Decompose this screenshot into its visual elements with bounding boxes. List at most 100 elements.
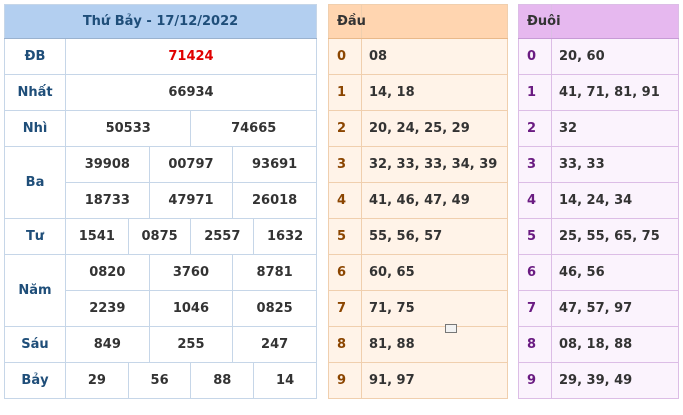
dau-row: 9 91, 97 [328,362,508,399]
duoi-values: 14, 24, 34 [551,182,679,219]
dau-row: 2 20, 24, 25, 29 [328,110,508,147]
prize-row-nam-1: Năm 0820 3760 8781 [4,254,317,327]
duoi-row: 1 41, 71, 81, 91 [518,74,679,111]
duoi-digit: 3 [518,146,552,183]
duoi-digit: 0 [518,38,552,75]
prize-value-sau-2: 255 [148,326,234,363]
dau-row: 1 14, 18 [328,74,508,111]
prize-value-sau-1: 849 [65,326,150,363]
prize-value-nam-6: 0825 [232,290,317,327]
prize-value-sau-3: 247 [232,326,317,363]
dau-row: 4 41, 46, 47, 49 [328,182,508,219]
dau-digit: 8 [328,326,362,363]
duoi-digit: 4 [518,182,552,219]
duoi-values: 25, 55, 65, 75 [551,218,679,255]
duoi-header: Đuôi [518,4,561,39]
duoi-row: 0 20, 60 [518,38,679,75]
prize-row-nhat: Nhất 66934 [4,74,317,111]
dau-row: 8 81, 88 [328,326,508,363]
prize-value-nam-4: 2239 [65,290,150,327]
small-checkbox-marker[interactable] [445,324,457,333]
prize-value-ba-5: 47971 [148,182,234,219]
duoi-header-blank [551,4,679,39]
duoi-row: 8 08, 18, 88 [518,326,679,363]
prize-row-bay: Bảy 29 56 88 14 [4,362,317,399]
duoi-digit: 8 [518,326,552,363]
dau-values: 60, 65 [361,254,508,291]
dau-values: 14, 18 [361,74,508,111]
prize-value-tu-1: 1541 [65,218,129,255]
prize-value-bay-2: 56 [127,362,192,399]
duoi-row: 7 47, 57, 97 [518,290,679,327]
prize-label-nhi: Nhì [4,110,66,147]
prize-value-bay-4: 14 [253,362,317,399]
duoi-header-row: Đuôi [518,4,679,39]
dau-row: 7 71, 75 [328,290,508,327]
duoi-digit: 9 [518,362,552,399]
dau-values: 08 [361,38,508,75]
prize-value-nhi-2: 74665 [190,110,317,147]
duoi-values: 33, 33 [551,146,679,183]
prize-label-bay: Bảy [4,362,66,399]
duoi-table: Đuôi 0 20, 60 1 41, 71, 81, 91 2 32 3 33, 33… [518,4,679,399]
dau-row: 0 08 [328,38,508,75]
prize-value-tu-4: 1632 [253,218,317,255]
duoi-values: 32 [551,110,679,147]
prize-value-bay-1: 29 [65,362,129,399]
dau-digit: 3 [328,146,362,183]
dau-values: 71, 75 [361,290,508,327]
prize-row-tu: Tư 1541 0875 2557 1632 [4,218,317,255]
duoi-digit: 5 [518,218,552,255]
prize-row-db: ĐB 71424 [4,38,317,75]
prize-row-sau: Sáu 849 255 247 [4,326,317,363]
dau-digit: 1 [328,74,362,111]
dau-values: 32, 33, 33, 34, 39 [361,146,508,183]
duoi-values: 20, 60 [551,38,679,75]
prize-label-sau: Sáu [4,326,66,363]
duoi-values: 08, 18, 88 [551,326,679,363]
prize-row-nhi: Nhì 50533 74665 [4,110,317,147]
prize-value-nam-5: 1046 [148,290,234,327]
dau-digit: 4 [328,182,362,219]
duoi-row: 3 33, 33 [518,146,679,183]
dau-values: 81, 88 [361,326,508,363]
dau-row: 3 32, 33, 33, 34, 39 [328,146,508,183]
dau-header-blank [361,4,508,39]
dau-row: 5 55, 56, 57 [328,218,508,255]
dau-header: Đầu [328,4,366,39]
duoi-row: 5 25, 55, 65, 75 [518,218,679,255]
dau-digit: 2 [328,110,362,147]
prize-value-ba-2: 00797 [148,146,234,183]
prize-value-tu-2: 0875 [127,218,192,255]
prize-value-nam-1: 0820 [65,254,150,291]
dau-digit: 6 [328,254,362,291]
results-date-title: Thứ Bảy - 17/12/2022 [4,4,317,39]
duoi-row: 6 46, 56 [518,254,679,291]
duoi-row: 4 14, 24, 34 [518,182,679,219]
dau-row: 6 60, 65 [328,254,508,291]
dau-values: 91, 97 [361,362,508,399]
prize-value-nam-2: 3760 [148,254,234,291]
duoi-digit: 6 [518,254,552,291]
duoi-digit: 1 [518,74,552,111]
prize-value-tu-3: 2557 [190,218,255,255]
dau-values: 55, 56, 57 [361,218,508,255]
dau-values: 41, 46, 47, 49 [361,182,508,219]
prize-value-ba-1: 39908 [65,146,150,183]
prize-value-nam-3: 8781 [232,254,317,291]
prize-value-ba-4: 18733 [65,182,150,219]
lottery-results-table: Thứ Bảy - 17/12/2022 ĐB 71424 Nhất 66934… [4,4,317,399]
duoi-values: 41, 71, 81, 91 [551,74,679,111]
dau-digit: 0 [328,38,362,75]
dau-values: 20, 24, 25, 29 [361,110,508,147]
duoi-row: 2 32 [518,110,679,147]
prize-label-nam: Năm [4,254,66,327]
prize-value-ba-6: 26018 [232,182,317,219]
dau-digit: 5 [328,218,362,255]
prize-row-ba-1: Ba 39908 00797 93691 [4,146,317,219]
duoi-row: 9 29, 39, 49 [518,362,679,399]
prize-label-nhat: Nhất [4,74,66,111]
duoi-values: 46, 56 [551,254,679,291]
duoi-values: 47, 57, 97 [551,290,679,327]
duoi-digit: 7 [518,290,552,327]
